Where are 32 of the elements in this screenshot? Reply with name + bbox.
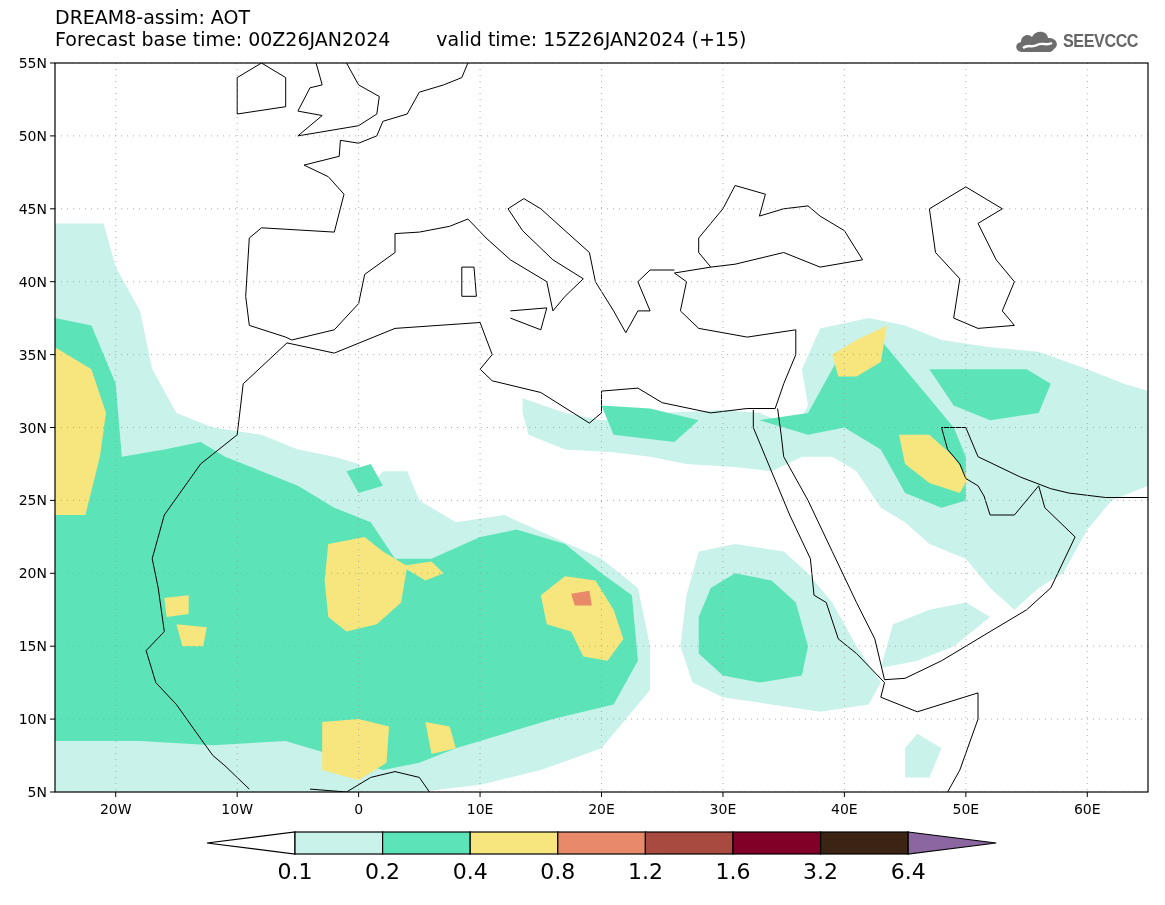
longitude-label: 40E (831, 801, 858, 817)
latitude-label: 55N (18, 58, 47, 71)
color-scale-label: 0.4 (452, 859, 488, 884)
latitude-label: 40N (18, 273, 47, 290)
valid-time-label: valid time: 15Z26JAN2024 (+15) (436, 28, 747, 50)
longitude-label: 30E (709, 801, 737, 817)
map-title: DREAM8-assim: AOT (55, 6, 252, 28)
longitude-label: 60E (1073, 801, 1101, 817)
latitude-label: 25N (18, 492, 47, 509)
longitude-label: 10E (466, 801, 494, 817)
latitude-label: 15N (18, 638, 47, 655)
longitude-label: 20W (99, 801, 132, 817)
latitude-label: 45N (18, 200, 47, 217)
latitude-label: 30N (18, 419, 47, 436)
logo-text: SEEVCCC (1062, 30, 1138, 52)
longitude-label: 0 (354, 801, 364, 817)
latitude-label: 35N (18, 346, 47, 363)
color-scale-label: 0.8 (540, 859, 576, 884)
latitude-label: 5N (27, 784, 47, 800)
latitude-label: 50N (18, 127, 47, 144)
color-scale-label: 6.4 (890, 859, 926, 884)
longitude-label: 10W (221, 801, 253, 817)
color-scale-label: 0.1 (277, 859, 313, 884)
color-scale-label: 1.2 (627, 859, 663, 884)
color-scale-label: 3.2 (803, 859, 839, 884)
longitude-label: 50E (952, 801, 980, 817)
longitude-label: 20E (588, 801, 615, 817)
color-scale-label: 0.2 (365, 859, 401, 884)
latitude-label: 20N (18, 565, 47, 582)
color-scale-label: 1.6 (715, 859, 751, 884)
latitude-label: 10N (18, 711, 47, 728)
base-time-label: Forecast base time: 00Z26JAN2024 (55, 28, 391, 50)
